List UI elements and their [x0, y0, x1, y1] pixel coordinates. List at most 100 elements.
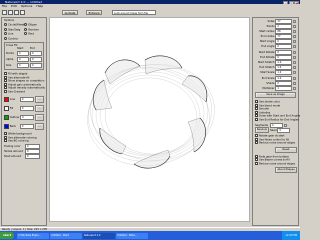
grid-row-label: Alpha — [6, 58, 14, 61]
swatch-label: Line — [9, 97, 16, 101]
swatch-row: Line 0 ... — [4, 95, 44, 103]
color-swatch[interactable] — [4, 114, 9, 120]
checkbox-icon[interactable]: ✓ — [4, 139, 7, 143]
checkbox-icon[interactable] — [4, 89, 7, 93]
swatch-label: Fill — [9, 106, 14, 110]
menu-edit[interactable]: Edit — [11, 4, 17, 8]
radio-icon[interactable] — [4, 32, 7, 35]
checkbox-icon[interactable] — [255, 117, 258, 121]
mode-option[interactable]: Use End Radius for End Angles — [255, 117, 299, 121]
radio-icon[interactable] — [4, 27, 7, 31]
fill-option[interactable]: Use Gradient — [4, 89, 44, 93]
swatch-row: Outline 0 ... — [4, 113, 44, 121]
shape-option[interactable]: Rect — [24, 32, 44, 36]
spinner-icon[interactable] — [293, 61, 296, 64]
menu-file[interactable]: File — [2, 4, 7, 8]
about-button[interactable]: About Shapes — [275, 167, 297, 174]
rendered-shape — [87, 55, 215, 169]
field-input[interactable]: 0 — [25, 154, 40, 159]
swatch-label: Outline — [9, 115, 20, 119]
param-label: End radius — [260, 35, 275, 39]
pick-color-button[interactable]: ... — [34, 104, 44, 112]
bottom-fields: Trailing color 0 Stroke amount 0 Shell a… — [4, 144, 44, 159]
spinner-icon[interactable] — [293, 66, 296, 70]
grid-field[interactable]: 0 — [30, 57, 42, 62]
shape-option[interactable]: Random — [24, 27, 44, 31]
grid-field[interactable]: 0 — [30, 51, 42, 56]
spinner-icon[interactable] — [293, 40, 296, 44]
save-icon[interactable] — [14, 10, 19, 15]
pick-color-button[interactable]: ... — [34, 122, 44, 130]
color-swatch[interactable] — [4, 96, 9, 102]
swatch-value[interactable]: 0 — [19, 105, 34, 111]
grid-field[interactable]: 0 — [17, 51, 29, 56]
spinner-icon[interactable] — [293, 19, 296, 23]
shape-option[interactable]: Ellipse — [24, 23, 44, 27]
menu-help[interactable]: Help — [36, 4, 43, 8]
seed-input[interactable]: 0 — [277, 127, 291, 133]
radio-icon[interactable] — [24, 32, 28, 35]
taskbar-item[interactable]: Untitled - Paint — [50, 232, 83, 239]
param-input[interactable]: 1 — [275, 85, 293, 91]
spinner-icon[interactable] — [293, 45, 296, 49]
new-icon[interactable] — [2, 10, 7, 15]
color-swatch[interactable] — [4, 123, 9, 129]
enhance-button[interactable]: Enhance — [86, 10, 102, 15]
fill-option[interactable]: Show shapes on completion — [4, 79, 44, 83]
spinner-icon[interactable] — [293, 86, 296, 90]
checkbox-icon[interactable] — [255, 141, 258, 145]
spinner-icon[interactable] — [293, 76, 296, 80]
radio-icon[interactable] — [24, 23, 28, 26]
more-option[interactable]: Reduce noise around edges — [255, 141, 296, 145]
print-icon[interactable] — [20, 10, 25, 15]
param-row: Start Rotate 0 — [255, 49, 296, 55]
start-button[interactable]: start — [0, 232, 15, 239]
open-icon[interactable] — [8, 10, 13, 15]
spinner-icon[interactable] — [293, 24, 296, 28]
swatch-row: Back 0 ... — [4, 122, 44, 130]
drawing-canvas[interactable] — [49, 17, 250, 222]
pick-color-button[interactable]: ... — [34, 95, 44, 103]
shape-option[interactable]: Contour — [4, 36, 24, 40]
menu-options[interactable]: Options — [21, 4, 33, 8]
source-field[interactable]: Loob around image from file — [112, 10, 156, 15]
param-row: End Rotate 0 — [255, 54, 296, 60]
pick-color-button[interactable]: ... — [34, 113, 44, 121]
fill-option[interactable]: Adjust density automatically — [4, 86, 45, 90]
spinner-icon[interactable] — [293, 29, 296, 33]
taskbar-item[interactable]: 2 Windows Explo... — [17, 232, 50, 239]
param-label: Start Scale — [260, 71, 275, 75]
bottom-option[interactable]: ✓Use BG coloring — [4, 139, 44, 143]
param-label: End Angle — [261, 45, 275, 49]
shape-option[interactable]: Star/Swig — [4, 27, 24, 31]
save-image-button[interactable]: Save as Image — [255, 92, 296, 99]
radio-icon[interactable] — [4, 23, 7, 26]
random-button[interactable]: Random — [255, 127, 269, 134]
animate-button[interactable]: Animate — [62, 10, 78, 15]
taskbar-item[interactable]: NatureArt 2.0 — [83, 232, 116, 239]
shape-option[interactable]: Circle/Wheel — [4, 23, 24, 27]
spinner-icon[interactable] — [284, 123, 287, 127]
spinner-icon[interactable] — [293, 55, 296, 59]
spinner-icon[interactable] — [293, 35, 296, 39]
spinner-icon[interactable] — [293, 50, 296, 54]
checkbox-icon[interactable] — [255, 161, 258, 165]
spinner-icon[interactable] — [293, 71, 296, 75]
color-swatch[interactable] — [4, 105, 9, 111]
param-label: Start radius — [259, 29, 275, 33]
shape-option[interactable]: Line — [4, 32, 24, 36]
radio-icon[interactable] — [4, 36, 7, 40]
grid-field[interactable]: 0 — [17, 57, 29, 62]
draw-option[interactable]: Reduce noise around edges — [255, 161, 296, 165]
swatch-row: Fill 0 ... — [4, 104, 44, 112]
radio-icon[interactable] — [24, 27, 28, 31]
swatch-value[interactable]: 0 — [19, 123, 34, 129]
grid-field[interactable]: 0 — [30, 63, 42, 68]
swatch-value[interactable]: 0 — [20, 114, 34, 120]
reset-button[interactable]: Reset — [275, 146, 297, 153]
swatch-value[interactable]: 0 — [19, 96, 34, 102]
grid-field[interactable]: 0 — [17, 63, 29, 68]
spinner-icon[interactable] — [293, 81, 296, 85]
taskbar-item[interactable]: Untitled - Note... — [116, 232, 149, 239]
param-row: End Scale 1.0 — [255, 75, 296, 81]
